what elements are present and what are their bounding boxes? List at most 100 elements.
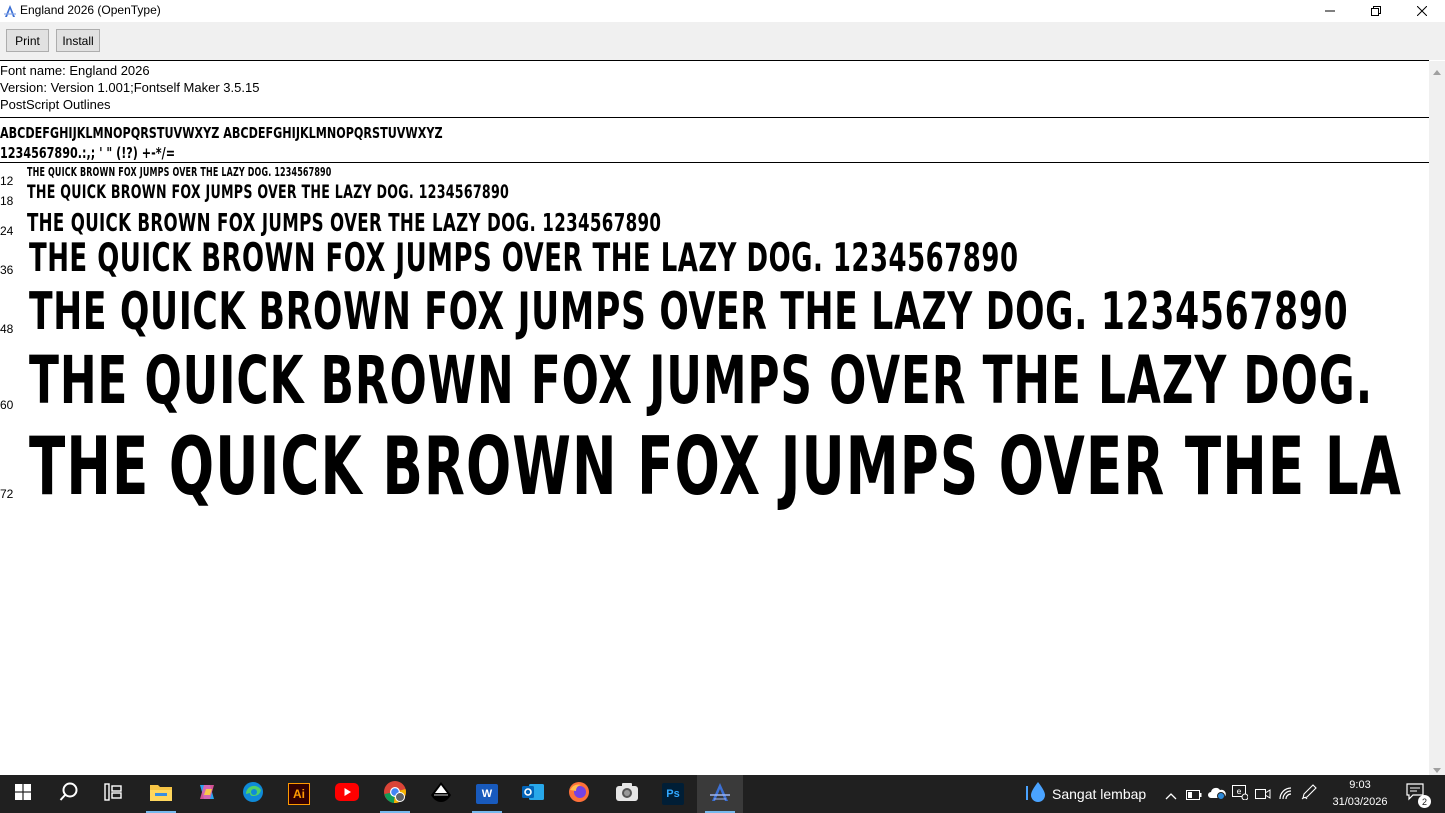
sample-size-label: 24 bbox=[0, 224, 14, 238]
taskbar-app-illustrator[interactable]: Ai bbox=[276, 775, 322, 813]
restore-button[interactable] bbox=[1353, 0, 1399, 22]
chevron-down-icon bbox=[1433, 758, 1441, 776]
show-hidden-icons-button[interactable] bbox=[1162, 785, 1180, 803]
youtube-icon bbox=[335, 783, 359, 805]
illustrator-icon: Ai bbox=[288, 783, 310, 805]
sample-row-18: 18 THE QUICK BROWN FOX JUMPS OVER THE LAZ… bbox=[0, 181, 1429, 209]
clock-time: 9:03 bbox=[1349, 779, 1371, 791]
vertical-scrollbar[interactable] bbox=[1429, 61, 1445, 775]
scroll-down-button[interactable] bbox=[1429, 759, 1445, 775]
install-button[interactable]: Install bbox=[56, 29, 100, 52]
close-icon bbox=[1417, 6, 1427, 16]
font-viewer-app-icon bbox=[3, 3, 17, 17]
sample-text: THE QUICK BROWN FOX JUMPS OVER THE LAZY … bbox=[27, 181, 510, 203]
notification-count: 2 bbox=[1418, 795, 1431, 808]
outlook-icon bbox=[522, 782, 544, 806]
chevron-up-icon bbox=[1165, 785, 1177, 804]
tray-battery-button[interactable] bbox=[1185, 785, 1203, 803]
clock[interactable]: 9:03 31/03/2026 bbox=[1322, 775, 1398, 813]
sample-row-12: 12 THE QUICK BROWN FOX JUMPS OVER THE LAZ… bbox=[0, 165, 1429, 188]
restore-icon bbox=[1371, 6, 1381, 16]
tray-pen-button[interactable] bbox=[1300, 784, 1318, 804]
monitor-badge-icon: e bbox=[1232, 784, 1249, 804]
taskbar-app-file-explorer[interactable] bbox=[138, 775, 184, 813]
taskbar-search-button[interactable] bbox=[46, 775, 92, 813]
onedrive-sync-icon bbox=[1208, 785, 1226, 804]
sample-row-48: 48 THE QUICK BROWN FOX JUMPS OVER THE LAZ… bbox=[0, 283, 1429, 351]
video-camera-icon bbox=[1255, 785, 1271, 804]
sample-size-label: 18 bbox=[0, 194, 14, 208]
toolbar: Print Install bbox=[0, 22, 1445, 60]
font-viewer-window: England 2026 (OpenType) Print Install Fo… bbox=[0, 0, 1445, 775]
clock-date: 31/03/2026 bbox=[1332, 796, 1388, 808]
taskbar-app-inkscape[interactable] bbox=[418, 775, 464, 813]
start-button[interactable] bbox=[0, 775, 46, 813]
sample-text: THE QUICK BROWN FOX JUMPS OVER THE LA bbox=[29, 420, 1403, 513]
tray-onedrive-button[interactable] bbox=[1208, 785, 1226, 803]
taskbar-app-copilot[interactable] bbox=[184, 775, 230, 813]
task-view-icon bbox=[104, 783, 122, 805]
word-icon: W bbox=[476, 784, 498, 804]
firefox-icon bbox=[568, 781, 590, 807]
taskbar-app-chrome[interactable] bbox=[372, 775, 418, 813]
minimize-button[interactable] bbox=[1307, 0, 1353, 22]
inkscape-icon bbox=[430, 781, 452, 807]
sample-text: THE QUICK BROWN FOX JUMPS OVER THE LAZY … bbox=[29, 282, 1349, 342]
battery-icon bbox=[1186, 785, 1202, 804]
humidity-icon bbox=[1022, 780, 1046, 808]
weather-button[interactable] bbox=[1021, 781, 1047, 807]
font-outline-line: PostScript Outlines bbox=[0, 97, 111, 112]
task-view-button[interactable] bbox=[90, 775, 136, 813]
window-title: England 2026 (OpenType) bbox=[20, 3, 161, 17]
charset-numbers-punctuation: 1234567890.:,; ' " (!?) +-*/= bbox=[0, 144, 176, 162]
illustrator-label: Ai bbox=[293, 787, 305, 801]
sample-row-72: 72 THE QUICK BROWN FOX JUMPS OVER THE LA bbox=[0, 421, 1429, 521]
taskbar-app-firefox[interactable] bbox=[556, 775, 602, 813]
sample-row-60: 60 THE QUICK BROWN FOX JUMPS OVER THE LAZ… bbox=[0, 345, 1429, 417]
chevron-up-icon bbox=[1433, 60, 1441, 79]
taskbar-app-camera[interactable] bbox=[604, 775, 650, 813]
edge-icon bbox=[242, 781, 264, 807]
sample-size-label: 60 bbox=[0, 398, 14, 412]
tray-meet-button[interactable] bbox=[1254, 785, 1272, 803]
camera-icon bbox=[616, 783, 638, 805]
tray-app-button[interactable]: e bbox=[1231, 785, 1249, 803]
taskbar-app-photoshop[interactable]: Ps bbox=[650, 775, 696, 813]
charset-uppercase: ABCDEFGHIJKLMNOPQRSTUVWXYZ ABCDEFGHIJKLM… bbox=[0, 124, 443, 142]
svg-text:e: e bbox=[1237, 787, 1242, 796]
scroll-up-button[interactable] bbox=[1429, 61, 1445, 77]
taskbar-app-edge[interactable] bbox=[230, 775, 276, 813]
wifi-icon bbox=[1278, 785, 1294, 804]
font-viewer-icon bbox=[709, 781, 731, 807]
title-bar[interactable]: England 2026 (OpenType) bbox=[0, 0, 1445, 22]
copilot-icon bbox=[196, 781, 218, 807]
sample-size-label: 48 bbox=[0, 322, 14, 336]
sample-size-label: 72 bbox=[0, 487, 14, 501]
info-divider bbox=[0, 117, 1429, 118]
chrome-icon bbox=[383, 780, 407, 808]
tray-network-button[interactable] bbox=[1277, 785, 1295, 803]
sample-row-24: 24 THE QUICK BROWN FOX JUMPS OVER THE LAZ… bbox=[0, 208, 1429, 238]
taskbar-app-font-viewer[interactable] bbox=[697, 775, 743, 813]
taskbar: Ai W Ps Sangat lembap e 9:03 31/03/2026 … bbox=[0, 775, 1445, 813]
taskbar-app-outlook[interactable] bbox=[510, 775, 556, 813]
font-preview-area: Font name: England 2026 Version: Version… bbox=[0, 61, 1429, 775]
print-button[interactable]: Print bbox=[6, 29, 49, 52]
sample-size-label: 36 bbox=[0, 263, 14, 277]
sample-text: THE QUICK BROWN FOX JUMPS OVER THE LAZY … bbox=[27, 165, 332, 179]
close-button[interactable] bbox=[1399, 0, 1445, 22]
minimize-icon bbox=[1325, 6, 1335, 16]
font-name-line: Font name: England 2026 bbox=[0, 63, 150, 78]
file-explorer-icon bbox=[150, 783, 172, 805]
notification-center-button[interactable]: 2 bbox=[1405, 782, 1431, 808]
sample-text: THE QUICK BROWN FOX JUMPS OVER THE LAZY … bbox=[27, 208, 662, 237]
start-icon bbox=[15, 784, 31, 804]
sample-text: THE QUICK BROWN FOX JUMPS OVER THE LAZY … bbox=[29, 236, 1019, 281]
taskbar-app-word[interactable]: W bbox=[464, 775, 510, 813]
weather-text[interactable]: Sangat lembap bbox=[1052, 786, 1146, 802]
pen-icon bbox=[1301, 784, 1317, 804]
taskbar-app-youtube[interactable] bbox=[324, 775, 370, 813]
photoshop-label: Ps bbox=[666, 788, 680, 800]
search-icon bbox=[59, 782, 79, 806]
font-version-line: Version: Version 1.001;Fontself Maker 3.… bbox=[0, 80, 260, 95]
